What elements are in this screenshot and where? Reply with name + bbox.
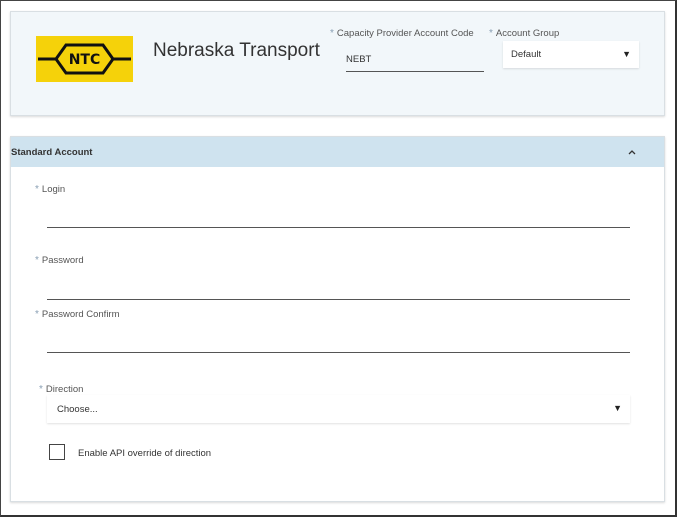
provider-header-card: NTC Nebraska Transport * Capacity Provide…	[10, 11, 665, 116]
required-asterisk: *	[35, 184, 39, 195]
standard-account-header[interactable]: Standard Account	[11, 137, 664, 167]
logo-text: NTC	[69, 52, 101, 68]
required-asterisk: *	[35, 309, 39, 320]
login-label: * Login	[35, 184, 65, 195]
login-input[interactable]	[47, 227, 630, 228]
account-group-label-text: Account Group	[495, 28, 560, 39]
required-asterisk: *	[35, 255, 39, 266]
chevron-down-icon: ▼	[622, 49, 631, 59]
account-group-select[interactable]: Default ▼	[503, 41, 639, 68]
password-label-text: Password	[41, 255, 84, 266]
ntc-logo: NTC	[36, 36, 133, 82]
required-asterisk: *	[39, 384, 43, 395]
standard-account-title: Standard Account	[11, 147, 93, 158]
password-confirm-label: * Password Confirm	[35, 309, 120, 320]
api-override-checkbox[interactable]	[49, 444, 65, 460]
chevron-up-icon[interactable]	[626, 146, 638, 158]
password-confirm-input[interactable]	[47, 352, 630, 353]
chevron-down-icon: ▼	[613, 403, 622, 413]
direction-label: * Direction	[39, 384, 83, 395]
direction-select[interactable]: Choose... ▼	[47, 395, 630, 423]
account-group-value: Default	[511, 49, 542, 60]
required-asterisk: *	[489, 28, 493, 39]
direction-placeholder: Choose...	[57, 404, 98, 415]
api-override-label: Enable API override of direction	[78, 448, 212, 459]
capacity-provider-label: * Capacity Provider Account Code	[330, 28, 474, 39]
password-confirm-label-text: Password Confirm	[41, 309, 120, 320]
password-label: * Password	[35, 255, 84, 266]
company-name: Nebraska Transport	[153, 40, 320, 61]
password-input[interactable]	[47, 299, 630, 300]
required-asterisk: *	[330, 28, 334, 39]
login-label-text: Login	[41, 184, 66, 195]
capacity-provider-label-text: Capacity Provider Account Code	[336, 28, 474, 39]
account-group-label: * Account Group	[489, 28, 559, 39]
capacity-provider-code-field[interactable]: NEBT	[346, 50, 484, 72]
standard-account-panel: Standard Account * Login * Password * Passw…	[10, 136, 665, 502]
direction-label-text: Direction	[45, 384, 84, 395]
